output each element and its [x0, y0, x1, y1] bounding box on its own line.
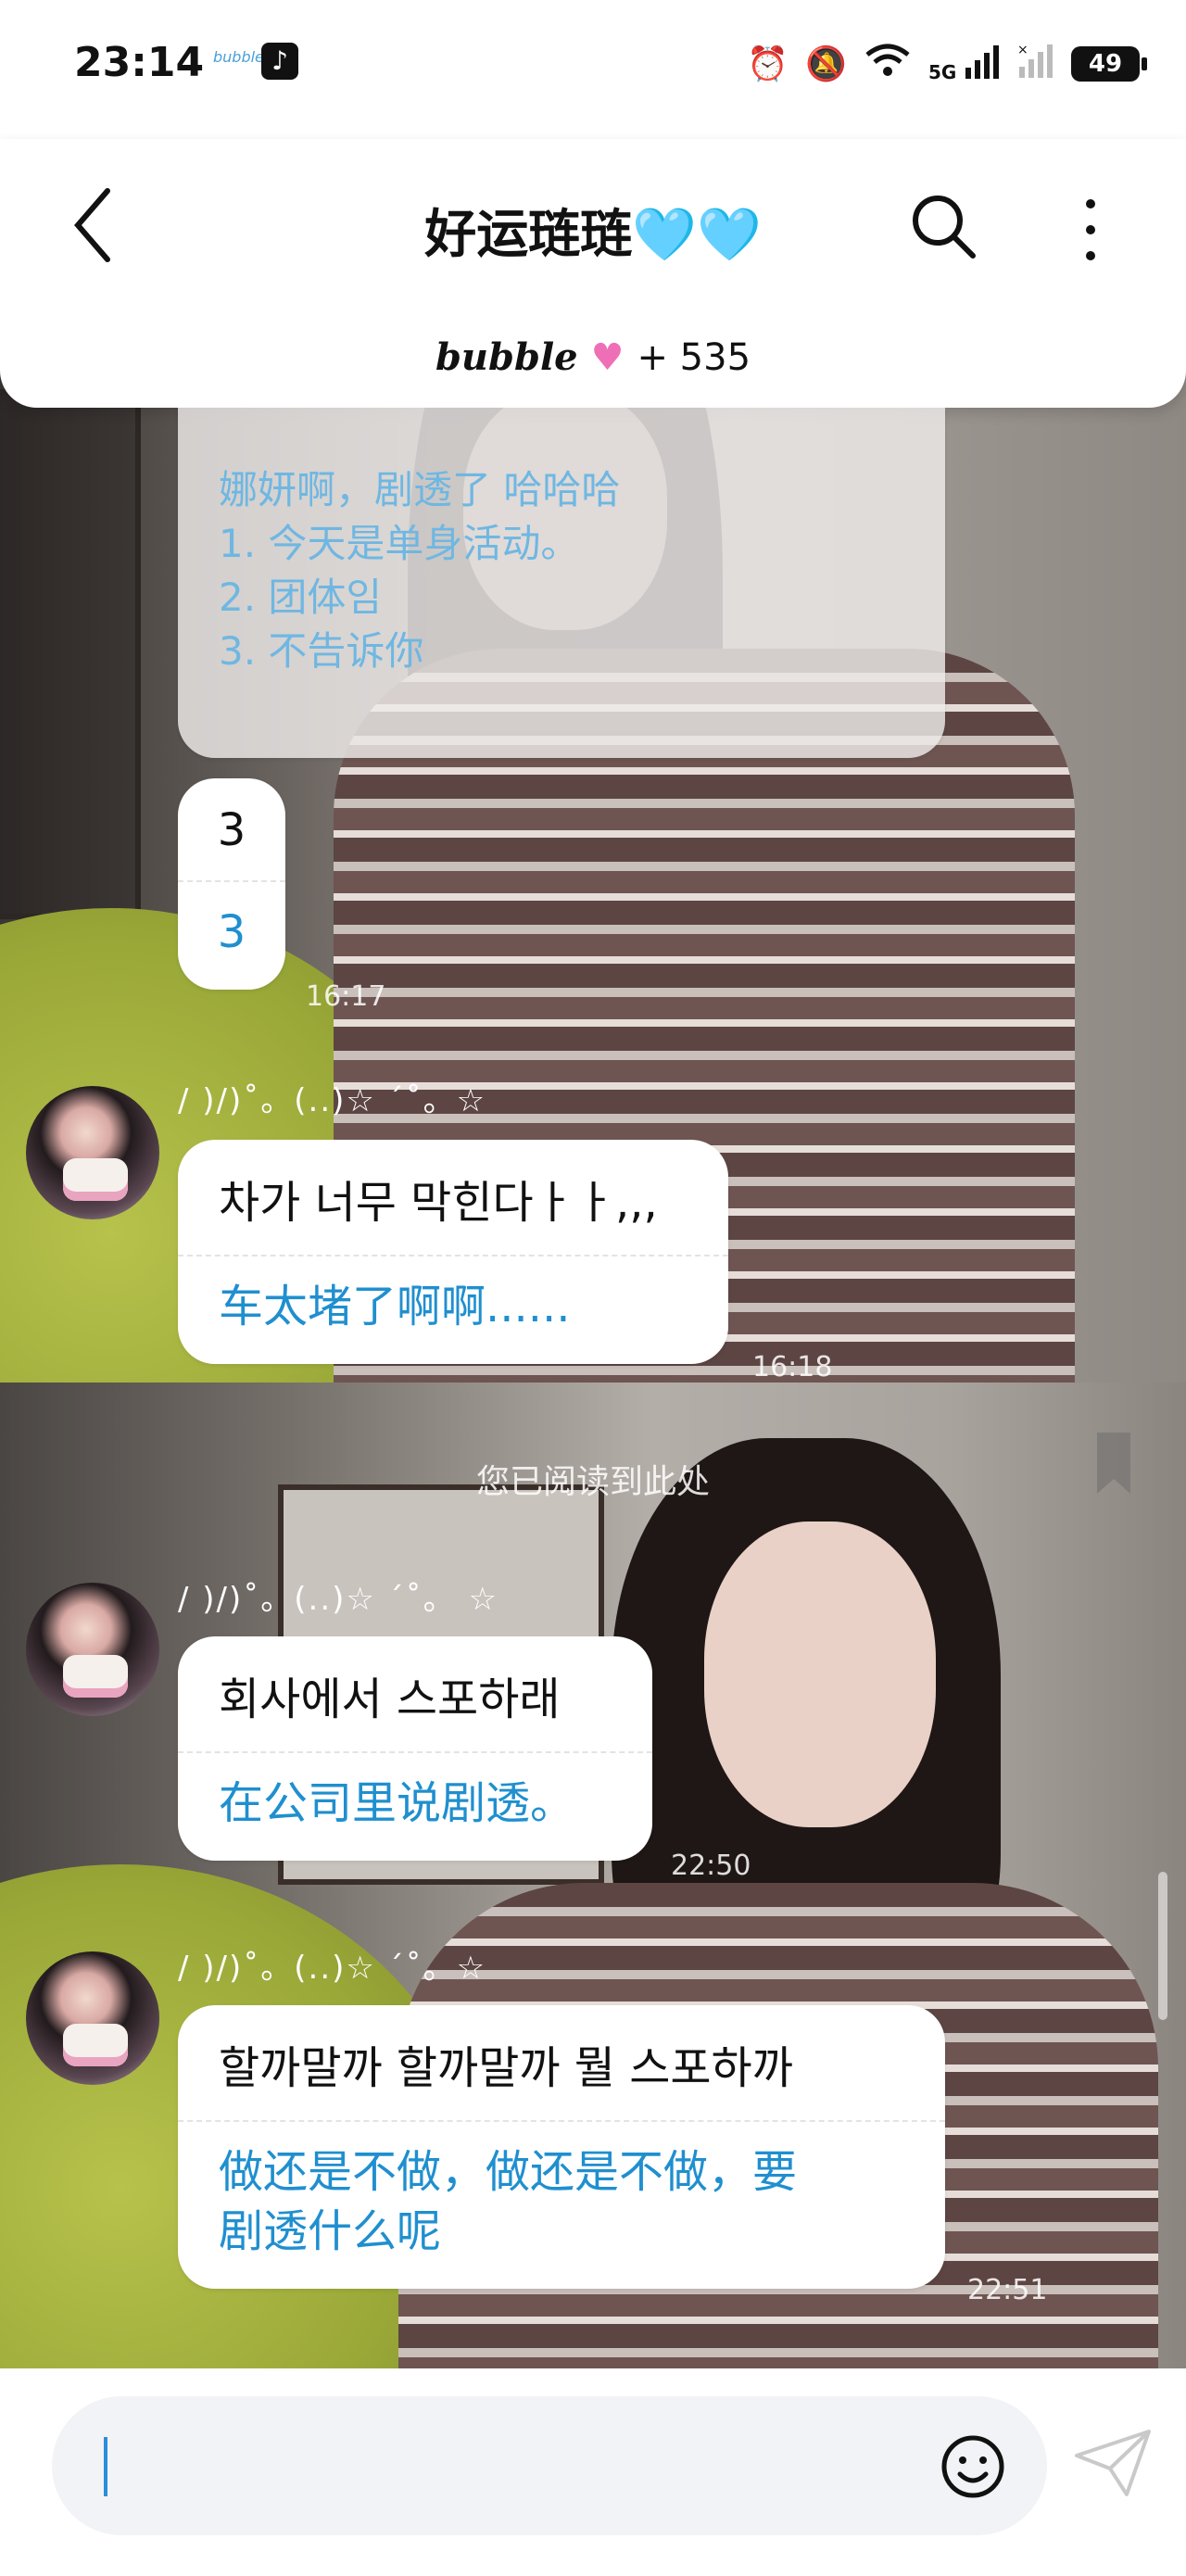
- message-translation: 在公司里说剧透。: [219, 1777, 575, 1829]
- message-timestamp: 16:17: [306, 980, 386, 1013]
- signal-2-icon: ×: [1017, 43, 1054, 86]
- cake-decoration: [63, 1655, 128, 1698]
- chat-title-text: 好运琏琏: [424, 205, 633, 265]
- chat-header: 好运琏琏🩵🩵 bubble ♥ + 535: [0, 139, 1186, 408]
- message-original: 3: [217, 804, 246, 856]
- cake-decoration: [63, 1158, 128, 1201]
- send-icon[interactable]: [1073, 2428, 1153, 2498]
- member-count: + 535: [637, 336, 751, 379]
- message-timestamp: 22:50: [671, 1850, 751, 1882]
- alarm-icon: ⏰: [747, 45, 789, 83]
- chat-title: 好运琏琏🩵🩵: [0, 193, 1186, 268]
- wifi-icon: [864, 42, 912, 87]
- battery-icon: 49: [1071, 46, 1147, 82]
- sender-nickname: / )/)˚。(..)☆ ´˚。 ☆: [178, 1581, 498, 1618]
- message-bubble[interactable]: 3 3: [178, 778, 285, 990]
- bubble-app-icon: bubble: [213, 48, 264, 66]
- status-bar: 23:14 bubble ♪ ⏰ 🔕 5G × 49: [0, 0, 1186, 139]
- signal-icon: 5G: [928, 44, 1001, 84]
- avatar[interactable]: [26, 1583, 159, 1716]
- search-icon[interactable]: [906, 189, 980, 263]
- mute-bell-icon: 🔕: [805, 45, 847, 83]
- pink-heart-icon: ♥: [590, 336, 625, 379]
- message-bubble[interactable]: 차가 너무 막힌다ㅏㅏ,,, 车太堵了啊啊......: [178, 1140, 728, 1364]
- message-original: 차가 너무 막힌다ㅏㅏ,,,: [219, 1177, 658, 1229]
- bookmark-icon[interactable]: [1093, 1429, 1134, 1497]
- avatar[interactable]: [26, 1951, 159, 2085]
- message-translation: 娜妍啊，剧透了 哈哈哈 1. 今天是单身活动。 2. 团体임 3. 不告诉你: [219, 467, 621, 674]
- face-shape-2: [704, 1522, 936, 1827]
- message-bubble[interactable]: 할까말까 할까말까 뭘 스포하까 做还是不做，做还是不做，要 剧透什么呢: [178, 2005, 945, 2289]
- status-icons: ⏰ 🔕 5G × 49: [747, 41, 1147, 87]
- message-timestamp: 22:51: [967, 2274, 1048, 2306]
- tiktok-icon: ♪: [261, 43, 298, 80]
- read-marker: 您已阅读到此处: [475, 1463, 710, 1501]
- message-bubble[interactable]: 회사에서 스포하래 在公司里说剧透。: [178, 1636, 652, 1861]
- more-options-icon[interactable]: [1077, 193, 1104, 267]
- sender-nickname: / )/)˚。(..)☆ ´˚。☆: [178, 1950, 487, 1987]
- blue-heart-icon: 🩵🩵: [632, 205, 762, 265]
- bamboo-painting: [0, 389, 141, 919]
- message-original: 할까말까 할까말까 뭘 스포하까: [219, 2042, 793, 2094]
- bubble-subscription-bar[interactable]: bubble ♥ + 535: [0, 335, 1186, 379]
- message-translation: 车太堵了啊啊......: [219, 1281, 571, 1332]
- avatar[interactable]: [26, 1086, 159, 1219]
- text-caret: [104, 2437, 107, 2496]
- scrollbar[interactable]: [1158, 1872, 1167, 2020]
- emoji-icon[interactable]: [940, 2433, 1006, 2500]
- message-input-bar: [0, 2368, 1186, 2576]
- message-bubble-partial[interactable]: 娜妍啊，剧透了 哈哈哈 1. 今天是单身活动。 2. 团体임 3. 不告诉你: [178, 408, 945, 758]
- cake-decoration: [63, 2024, 128, 2066]
- message-translation: 3: [217, 906, 246, 958]
- bubble-brand: bubble: [435, 335, 578, 379]
- message-translation: 做还是不做，做还是不做，要 剧透什么呢: [219, 2146, 798, 2257]
- message-original: 회사에서 스포하래: [219, 1673, 561, 1725]
- status-time: 23:14: [74, 39, 205, 86]
- svg-text:×: ×: [1017, 43, 1028, 57]
- message-timestamp: 16:18: [752, 1351, 833, 1383]
- sender-nickname: / )/)˚。(..)☆ ´˚。☆: [178, 1082, 487, 1119]
- message-input[interactable]: [52, 2396, 1047, 2535]
